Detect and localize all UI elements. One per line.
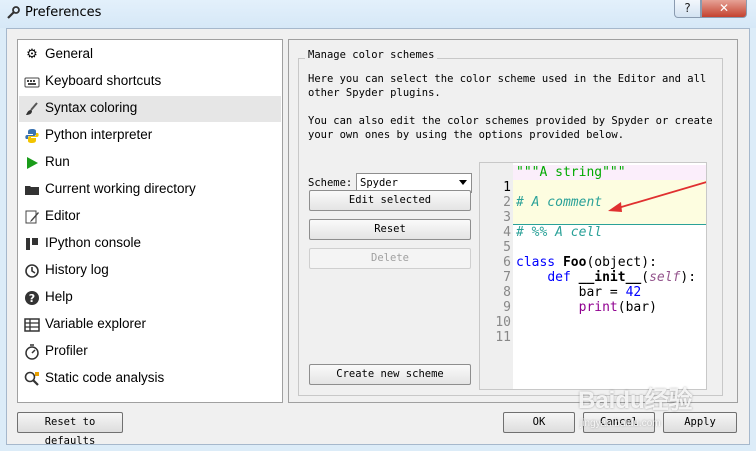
sidebar-item-label: Python interpreter <box>45 127 153 142</box>
edit-icon <box>24 209 40 225</box>
sidebar-item-python-interpreter[interactable]: Python interpreter <box>19 123 281 149</box>
sidebar-item-label: IPython console <box>45 235 142 250</box>
play-icon <box>24 155 40 171</box>
syntax-coloring-page: Manage color schemes Here you can select… <box>288 39 738 403</box>
scheme-preview-editor[interactable]: 1 """A string""" 2 3 # A comment 4 5 # %… <box>479 162 707 390</box>
wrench-icon <box>7 6 20 19</box>
description-line: other Spyder plugins. <box>308 87 441 99</box>
description-line: Here you can select the color scheme use… <box>308 73 707 85</box>
ipython-icon <box>24 236 40 252</box>
red-arrow-annotation <box>608 181 706 212</box>
sidebar-item-label: Current working directory <box>45 181 196 196</box>
scheme-select-value: Spyder <box>360 177 398 189</box>
sidebar-item-label: Variable explorer <box>45 316 147 331</box>
cancel-button[interactable]: Cancel <box>583 412 655 433</box>
chevron-down-icon <box>459 180 467 185</box>
scheme-label: Scheme: <box>308 177 353 189</box>
sidebar-item-history-log[interactable]: History log <box>19 258 281 284</box>
description-line: You can also edit the color schemes prov… <box>308 115 713 127</box>
sidebar-item-syntax-coloring[interactable]: Syntax coloring <box>19 96 281 122</box>
sidebar-item-current-working-directory[interactable]: Current working directory <box>19 177 281 203</box>
sidebar-item-label: Keyboard shortcuts <box>45 73 162 88</box>
reset-button[interactable]: Reset <box>309 219 471 240</box>
ok-button[interactable]: OK <box>503 412 575 433</box>
apply-button[interactable]: Apply <box>663 412 737 433</box>
group-title: Manage color schemes <box>305 49 438 61</box>
delete-button[interactable]: Delete <box>309 248 471 269</box>
title-bar: Preferences ? ✕ <box>0 0 756 28</box>
sidebar-item-profiler[interactable]: Profiler <box>19 339 281 365</box>
sidebar-item-static-code-analysis[interactable]: Static code analysis <box>19 366 281 392</box>
sidebar-item-editor[interactable]: Editor <box>19 204 281 230</box>
history-icon <box>24 263 40 279</box>
sidebar-item-keyboard-shortcuts[interactable]: Keyboard shortcuts <box>19 69 281 95</box>
reset-to-defaults-button[interactable]: Reset to defaults <box>17 412 123 447</box>
sidebar-item-label: General <box>45 46 94 61</box>
svg-text:?: ? <box>29 292 35 305</box>
create-new-scheme-button[interactable]: Create new scheme <box>309 364 471 385</box>
sidebar-item-run[interactable]: Run <box>19 150 281 176</box>
folder-icon <box>24 182 40 198</box>
sidebar-item-variable-explorer[interactable]: Variable explorer <box>19 312 281 338</box>
sidebar-item-label: Static code analysis <box>45 370 165 385</box>
sidebar-item-label: Editor <box>45 208 81 223</box>
brush-icon <box>24 101 40 117</box>
sidebar-item-general[interactable]: ⚙ General <box>19 42 281 68</box>
dialog-body: ⚙ General Keyboard shortcuts Syntax colo… <box>6 28 750 447</box>
help-icon: ? <box>24 290 40 306</box>
sidebar: ⚙ General Keyboard shortcuts Syntax colo… <box>17 39 283 403</box>
close-button[interactable]: ✕ <box>701 0 747 18</box>
sidebar-item-ipython-console[interactable]: IPython console <box>19 231 281 257</box>
window-title: Preferences <box>25 5 102 20</box>
analysis-icon <box>24 371 40 387</box>
sidebar-item-label: History log <box>45 262 109 277</box>
sidebar-item-label: Help <box>45 289 73 304</box>
edit-selected-button[interactable]: Edit selected <box>309 190 471 211</box>
description-line: your own ones by using the options provi… <box>308 129 625 141</box>
sidebar-item-help[interactable]: ? Help <box>19 285 281 311</box>
sidebar-item-label: Profiler <box>45 343 88 358</box>
keyboard-icon <box>24 74 40 90</box>
gears-icon: ⚙ <box>26 47 38 62</box>
profiler-icon <box>24 344 40 360</box>
python-icon <box>24 128 40 144</box>
sidebar-item-label: Syntax coloring <box>45 100 138 115</box>
sidebar-item-label: Run <box>45 154 70 169</box>
help-button[interactable]: ? <box>674 0 701 18</box>
table-icon <box>24 317 40 333</box>
